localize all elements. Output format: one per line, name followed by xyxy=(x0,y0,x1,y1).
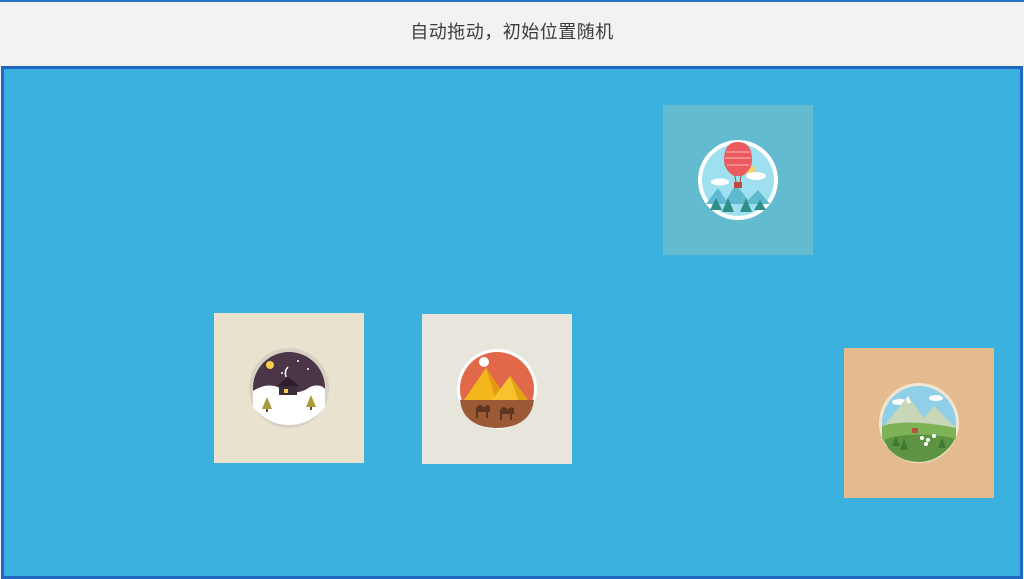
desert-pyramids-icon xyxy=(457,349,537,429)
winter-tile[interactable] xyxy=(214,313,364,463)
desert-tile[interactable] xyxy=(422,314,572,464)
winter-house-icon xyxy=(249,348,329,428)
page-title: 自动拖动，初始位置随机 xyxy=(410,22,614,43)
top-rule xyxy=(0,0,1024,2)
hot-air-balloon-icon xyxy=(698,140,778,220)
mountain-tile[interactable] xyxy=(844,348,994,498)
mountain-meadow-icon xyxy=(879,383,959,463)
drag-stage xyxy=(1,66,1023,579)
balloon-tile[interactable] xyxy=(663,105,813,255)
